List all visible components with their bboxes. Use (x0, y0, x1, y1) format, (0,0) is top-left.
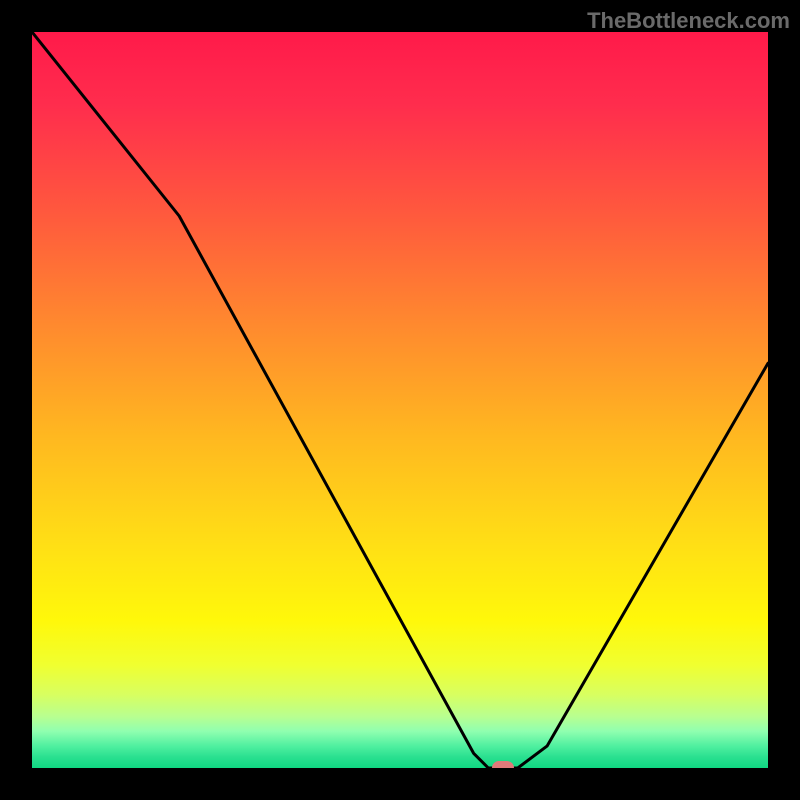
bottleneck-curve-path (32, 32, 768, 768)
optimal-marker-icon (492, 761, 514, 768)
curve-svg (32, 32, 768, 768)
plot-area (32, 32, 768, 768)
watermark-text: TheBottleneck.com (587, 8, 790, 34)
chart-frame: TheBottleneck.com (0, 0, 800, 800)
